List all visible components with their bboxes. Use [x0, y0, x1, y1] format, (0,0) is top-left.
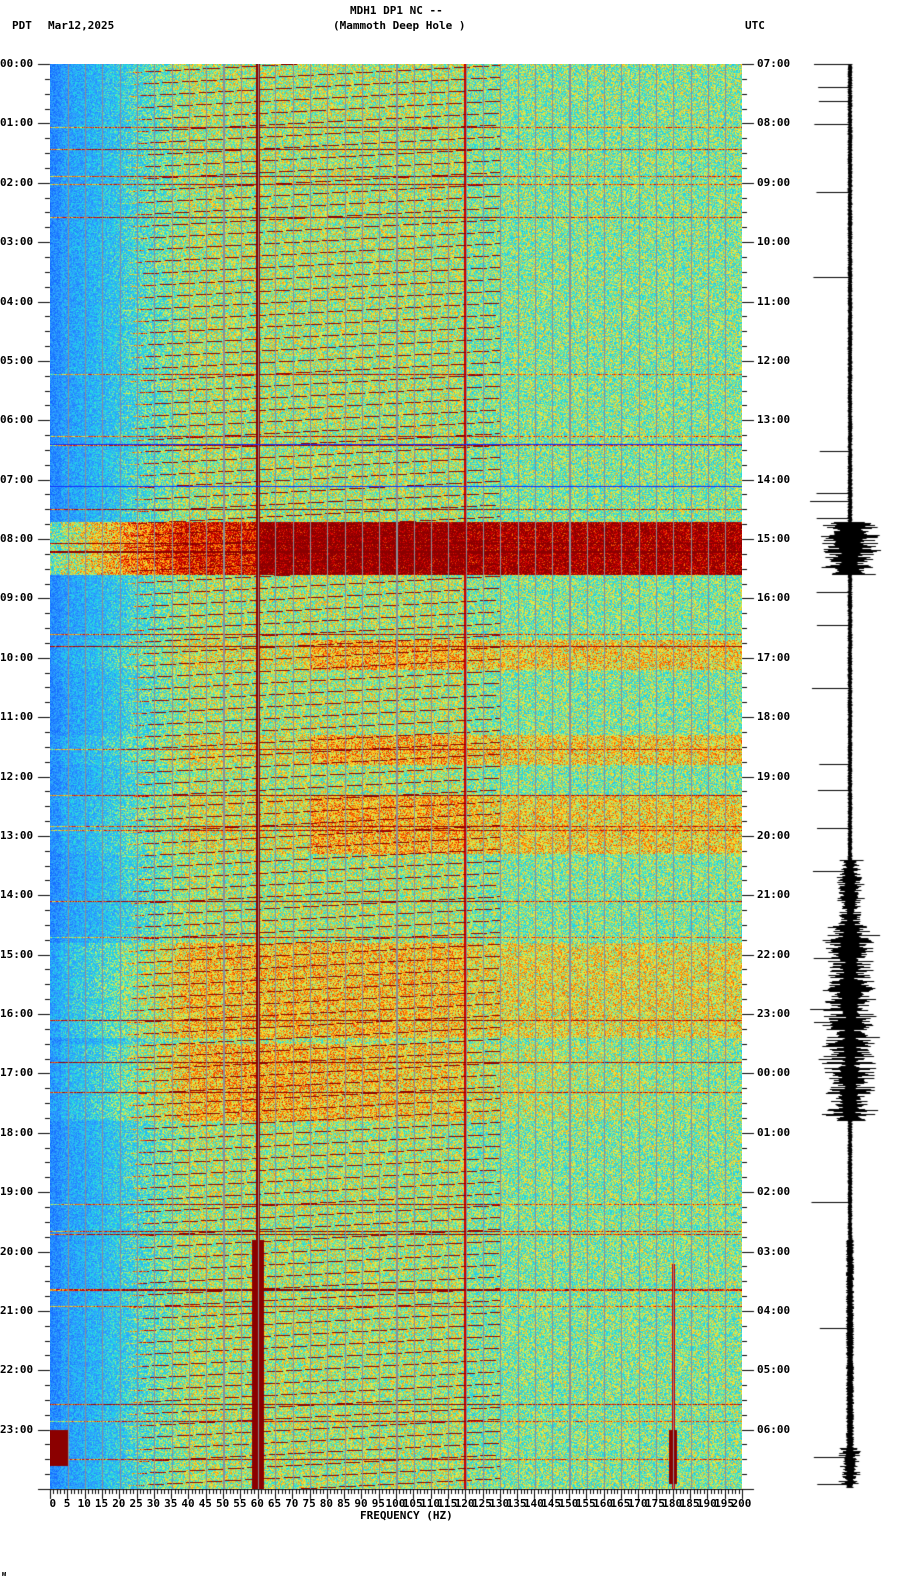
y-tick-label-left: 19:00 [0, 1185, 34, 1199]
x-tick-label: 25 [129, 1497, 143, 1510]
y-tick-label-right: 22:00 [757, 947, 791, 961]
y-tick-label-right: 00:00 [757, 1066, 791, 1080]
y-tick-label-left: 15:00 [0, 947, 34, 961]
y-tick-label-left: 03:00 [0, 235, 34, 249]
y-tick-label-right: 16:00 [757, 591, 791, 605]
date-label: Mar12,2025 [48, 19, 115, 32]
y-tick-label-right: 07:00 [757, 57, 791, 70]
y-tick-label-left: 20:00 [0, 1244, 34, 1258]
y-tick-label-right: 04:00 [757, 1303, 791, 1317]
y-tick-label-right: 23:00 [757, 1007, 791, 1020]
y-tick-label-right: 08:00 [757, 116, 791, 130]
y-tick-label-left: 06:00 [0, 413, 34, 427]
y-tick-label-right: 09:00 [757, 175, 791, 189]
y-tick-label-left: 16:00 [0, 1007, 34, 1020]
y-tick-label-right: 10:00 [757, 235, 791, 249]
y-tick-label-left: 00:00 [0, 57, 34, 70]
y-tick-label-left: 07:00 [0, 472, 34, 486]
y-tick-label-left: 05:00 [0, 353, 34, 367]
station-name: (Mammoth Deep Hole ) [333, 19, 466, 32]
x-tick-label: 0 [49, 1497, 57, 1510]
x-tick-label: 10 [77, 1497, 91, 1510]
y-tick-label-left: 22:00 [0, 1363, 34, 1377]
x-tick-label: 60 [250, 1497, 264, 1510]
y-tick-label-right: 03:00 [757, 1244, 791, 1258]
y-tick-label-right: 14:00 [757, 472, 791, 486]
x-tick-label: 75 [302, 1497, 316, 1510]
x-tick-label: 70 [285, 1497, 299, 1510]
x-tick-label: 80 [319, 1497, 334, 1510]
y-tick-label-right: 11:00 [757, 294, 791, 308]
x-tick-label: 200 [731, 1497, 752, 1510]
y-tick-label-left: 18:00 [0, 1125, 34, 1139]
left-timezone: PDT [12, 19, 32, 32]
x-tick-label: 40 [181, 1497, 195, 1510]
y-tick-label-left: 04:00 [0, 294, 34, 308]
x-tick-label: 65 [267, 1497, 282, 1510]
y-tick-label-right: 21:00 [757, 888, 791, 902]
y-tick-label-right: 01:00 [757, 1125, 791, 1139]
right-timezone: UTC [745, 19, 765, 32]
y-tick-label-right: 15:00 [757, 532, 791, 545]
y-tick-label-left: 01:00 [0, 116, 34, 130]
y-tick-label-right: 20:00 [757, 828, 791, 842]
y-tick-label-right: 06:00 [757, 1422, 791, 1436]
y-tick-label-right: 02:00 [757, 1185, 791, 1199]
y-tick-label-left: 14:00 [0, 888, 34, 902]
y-tick-label-right: 12:00 [757, 353, 791, 367]
y-tick-label-left: 11:00 [0, 710, 34, 724]
y-tick-label-left: 10:00 [0, 650, 34, 664]
x-tick-label: 35 [164, 1497, 178, 1510]
x-tick-label: 20 [112, 1497, 126, 1510]
y-tick-label-right: 19:00 [757, 769, 791, 783]
x-tick-label: 15 [94, 1497, 109, 1510]
x-tick-label: 30 [146, 1497, 161, 1510]
y-tick-label-left: 08:00 [0, 532, 34, 545]
y-tick-label-right: 05:00 [757, 1363, 791, 1377]
y-tick-label-right: 18:00 [757, 710, 791, 724]
y-tick-label-left: 17:00 [0, 1066, 34, 1080]
x-tick-label: 5 [63, 1497, 71, 1510]
y-tick-label-left: 13:00 [0, 828, 34, 842]
x-tick-label: 55 [233, 1497, 247, 1510]
x-tick-label: 50 [216, 1497, 230, 1510]
y-tick-label-left: 23:00 [0, 1422, 34, 1436]
y-tick-label-right: 13:00 [757, 413, 791, 427]
y-tick-label-left: 09:00 [0, 591, 34, 605]
station-title: MDH1 DP1 NC -- [350, 4, 443, 17]
x-tick-label: 45 [198, 1497, 212, 1510]
y-tick-label-left: 12:00 [0, 769, 34, 783]
footer-mark: ᴍ [2, 1570, 7, 1578]
y-tick-label-right: 17:00 [757, 650, 791, 664]
spectrogram-heatmap [50, 64, 742, 1489]
seismogram-trace [806, 60, 896, 1492]
x-axis-title: FREQUENCY (HZ) [360, 1509, 453, 1522]
y-tick-label-left: 21:00 [0, 1303, 34, 1317]
y-tick-label-left: 02:00 [0, 175, 34, 189]
x-tick-label: 85 [337, 1497, 351, 1510]
